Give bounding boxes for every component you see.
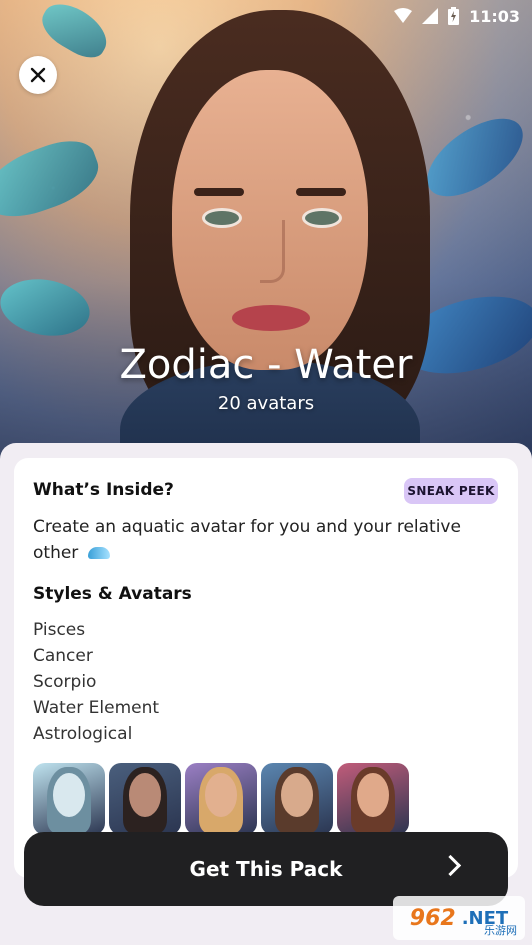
avatar-thumbnail[interactable] bbox=[109, 763, 181, 835]
battery-icon bbox=[448, 7, 460, 25]
thumbnail-face bbox=[53, 773, 85, 817]
avatar-thumbnail[interactable] bbox=[261, 763, 333, 835]
left-brow bbox=[194, 188, 244, 196]
avatar-thumbnails bbox=[33, 763, 409, 835]
thumbnail-face bbox=[205, 773, 237, 817]
pack-avatar-count: 20 avatars bbox=[217, 393, 315, 414]
thumbnail-face bbox=[129, 773, 161, 817]
status-time: 11:03 bbox=[469, 6, 520, 26]
portrait-face bbox=[172, 70, 368, 370]
style-item: Cancer bbox=[33, 646, 93, 666]
thumbnail-face bbox=[281, 773, 313, 817]
signal-icon bbox=[422, 8, 439, 24]
avatar-thumbnail[interactable] bbox=[337, 763, 409, 835]
status-bar: 11:03 bbox=[394, 6, 520, 26]
avatar-thumbnail[interactable] bbox=[33, 763, 105, 835]
watermark-number: 962 bbox=[409, 905, 456, 931]
style-item: Water Element bbox=[33, 698, 160, 718]
styles-title: Styles & Avatars bbox=[33, 584, 192, 604]
get-pack-label: Get This Pack bbox=[189, 857, 343, 881]
style-item: Astrological bbox=[33, 724, 133, 744]
wifi-icon bbox=[394, 8, 413, 23]
wave-icon bbox=[87, 547, 110, 559]
card-title: What’s Inside? bbox=[33, 480, 174, 500]
styles-list: Pisces Cancer Scorpio Water Element Astr… bbox=[33, 617, 159, 747]
watermark-chinese: 乐游网 bbox=[484, 924, 517, 937]
right-brow bbox=[296, 188, 346, 196]
sneak-peek-badge[interactable]: SNEAK PEEK bbox=[404, 478, 498, 504]
chevron-right-icon bbox=[439, 854, 462, 877]
left-eye bbox=[202, 208, 242, 228]
thumbnail-face bbox=[357, 773, 389, 817]
watermark-logo: 962 .NET 乐游网 bbox=[393, 896, 525, 940]
pack-description: Create an aquatic avatar for you and you… bbox=[33, 514, 493, 566]
style-item: Scorpio bbox=[33, 672, 97, 692]
close-icon bbox=[30, 67, 46, 83]
get-pack-button[interactable]: Get This Pack bbox=[24, 832, 508, 906]
pack-title: Zodiac - Water bbox=[119, 342, 413, 388]
avatar-thumbnail[interactable] bbox=[185, 763, 257, 835]
right-eye bbox=[302, 208, 342, 228]
nose bbox=[260, 220, 285, 283]
hero-image: Zodiac - Water 20 avatars bbox=[0, 0, 532, 470]
lips bbox=[232, 305, 310, 331]
style-item: Pisces bbox=[33, 620, 86, 640]
close-button[interactable] bbox=[19, 56, 57, 94]
